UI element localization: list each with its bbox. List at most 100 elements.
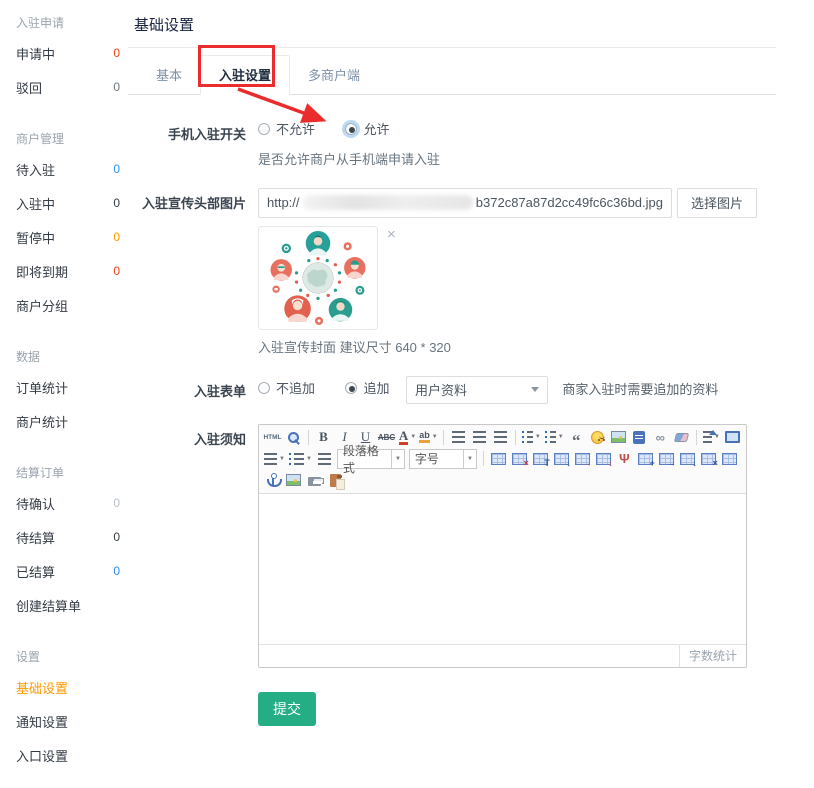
paragraph-spacing-icon[interactable]: ▼ [288, 449, 313, 468]
font-color-icon[interactable]: A▼ [398, 428, 417, 447]
radio-disallow[interactable]: 不允许 [258, 119, 315, 138]
delete-col-icon[interactable]: × [699, 449, 718, 468]
highlight-color-icon[interactable]: ab▼ [419, 428, 438, 447]
sidebar-item-商户统计[interactable]: 商户统计 [16, 404, 128, 438]
merge-cells-icon-overlay: ↓ [566, 459, 571, 468]
sidebar-item-已结算[interactable]: 已结算0 [16, 554, 128, 588]
radio-append-circle[interactable] [345, 382, 357, 394]
blockquote-icon: “ [572, 431, 581, 442]
sidebar-item-待确认[interactable]: 待确认0 [16, 486, 128, 520]
mobile-switch-label: 手机入驻开关 [128, 119, 246, 168]
fontsize-select-value: 字号 [415, 450, 439, 467]
sidebar-item-待入驻[interactable]: 待入驻0 [16, 152, 128, 186]
sidebar-item-订单统计[interactable]: 订单统计 [16, 370, 128, 404]
people-network-illustration [268, 231, 368, 325]
remove-image-icon[interactable]: × [387, 226, 396, 330]
sidebar-item-label: 商户统计 [16, 412, 68, 431]
chevron-down-icon: ▼ [410, 434, 416, 440]
delete-table-icon[interactable]: × [510, 449, 529, 468]
choose-image-button[interactable]: 选择图片 [677, 188, 757, 218]
insert-col-after-icon[interactable]: ↓ [678, 449, 697, 468]
sidebar-item-label: 待确认 [16, 494, 55, 513]
insert-picture-icon[interactable] [284, 471, 303, 490]
sidebar-item-基础设置[interactable]: 基础设置 [16, 670, 128, 704]
toolbar-separator [483, 451, 484, 466]
italic-icon[interactable]: I [335, 428, 354, 447]
sidebar-item-待结算[interactable]: 待结算0 [16, 520, 128, 554]
radio-allow-label: 允许 [363, 119, 389, 138]
sidebar-item-label: 商户分组 [16, 296, 68, 315]
editor-body[interactable] [259, 494, 746, 644]
line-height-icon[interactable]: ▼ [263, 449, 286, 468]
fontsize-select[interactable]: 字号▼ [409, 449, 477, 469]
insert-image-icon[interactable] [609, 428, 628, 447]
print-icon[interactable] [305, 471, 324, 490]
insert-row-icon[interactable]: → [573, 449, 592, 468]
fullscreen-icon[interactable] [723, 428, 742, 447]
insert-table-icon[interactable] [489, 449, 508, 468]
underline-icon[interactable]: U [356, 428, 375, 447]
header-image-url-input[interactable]: http:// b372c87a87d2cc49fc6c36bd.jpg [258, 188, 672, 218]
radio-no-append-circle[interactable] [258, 382, 270, 394]
sidebar-item-商户分组[interactable]: 商户分组 [16, 288, 128, 322]
sidebar: 入驻申请申请中0驳回0商户管理待入驻0入驻中0暂停中0即将到期0商户分组数据订单… [0, 0, 128, 788]
split-cells-icon[interactable]: + [636, 449, 655, 468]
insert-row-after-icon[interactable]: → [657, 449, 676, 468]
chevron-down-icon: ▼ [432, 434, 438, 440]
horizontal-rule-icon[interactable]: ▼ [702, 428, 721, 447]
sidebar-item-暂停中[interactable]: 暂停中0 [16, 220, 128, 254]
radio-disallow-circle[interactable] [258, 123, 270, 135]
sidebar-item-label: 申请中 [16, 44, 55, 63]
html-source-icon[interactable]: HTML [263, 428, 282, 447]
sidebar-item-入驻中[interactable]: 入驻中0 [16, 186, 128, 220]
insert-link-icon[interactable]: ∞ [651, 428, 670, 447]
submit-button[interactable]: 提交 [258, 692, 316, 726]
promo-image-preview [258, 226, 378, 330]
sidebar-item-count: 0 [113, 80, 120, 94]
append-data-select-value: 用户资料 [415, 380, 467, 399]
tab-多商户端[interactable]: 多商户端 [290, 56, 378, 94]
append-form-row: 入驻表单 不追加 追加 用户资料 商家入驻时需要追加的资料 [128, 376, 776, 404]
merge-cells-icon[interactable]: ↓ [552, 449, 571, 468]
radio-append[interactable]: 追加 [345, 378, 389, 397]
ordered-list-icon[interactable]: ▼ [521, 428, 542, 447]
sidebar-section-header: 结算订单 [16, 454, 128, 486]
align-right-icon[interactable] [491, 428, 510, 447]
sidebar-item-入口设置[interactable]: 入口设置 [16, 738, 128, 772]
sidebar-item-申请中[interactable]: 申请中0 [16, 36, 128, 70]
indent-icon[interactable] [315, 449, 334, 468]
blockquote-icon[interactable]: “ [567, 428, 586, 447]
sidebar-item-驳回[interactable]: 驳回0 [16, 70, 128, 104]
paragraph-select[interactable]: 段落格式▼ [337, 449, 405, 469]
tab-入驻设置[interactable]: 入驻设置 [200, 55, 290, 95]
remove-format-icon[interactable] [672, 428, 691, 447]
table-header-icon[interactable]: T [531, 449, 550, 468]
sidebar-item-count: 0 [113, 230, 120, 244]
delete-row-icon[interactable]: Ψ [615, 449, 634, 468]
sidebar-item-即将到期[interactable]: 即将到期0 [16, 254, 128, 288]
tab-基本[interactable]: 基本 [138, 56, 200, 94]
paste-icon[interactable] [326, 471, 345, 490]
preview-icon[interactable] [284, 428, 303, 447]
delete-col-icon: × [701, 453, 716, 465]
radio-allow[interactable]: 允许 [345, 119, 389, 138]
radio-no-append[interactable]: 不追加 [258, 378, 315, 397]
ordered-list-icon [522, 431, 533, 443]
emoticon-icon[interactable] [588, 428, 607, 447]
anchor-icon[interactable] [263, 471, 282, 490]
insert-media-icon[interactable] [630, 428, 649, 447]
strikethrough-icon[interactable]: ABC [377, 428, 396, 447]
sidebar-item-通知设置[interactable]: 通知设置 [16, 704, 128, 738]
insert-col-after-icon-overlay: ↓ [692, 459, 697, 468]
append-form-label: 入驻表单 [128, 376, 246, 404]
sidebar-item-创建结算单[interactable]: 创建结算单 [16, 588, 128, 622]
radio-allow-circle[interactable] [345, 123, 357, 135]
insert-col-icon[interactable]: ↓ [594, 449, 613, 468]
table-props-icon[interactable] [720, 449, 739, 468]
align-center-icon[interactable] [470, 428, 489, 447]
align-left-icon[interactable] [449, 428, 468, 447]
bold-icon[interactable]: B [314, 428, 333, 447]
append-data-select[interactable]: 用户资料 [406, 376, 548, 404]
unordered-list-icon[interactable]: ▼ [544, 428, 565, 447]
sidebar-item-count: 0 [113, 530, 120, 544]
